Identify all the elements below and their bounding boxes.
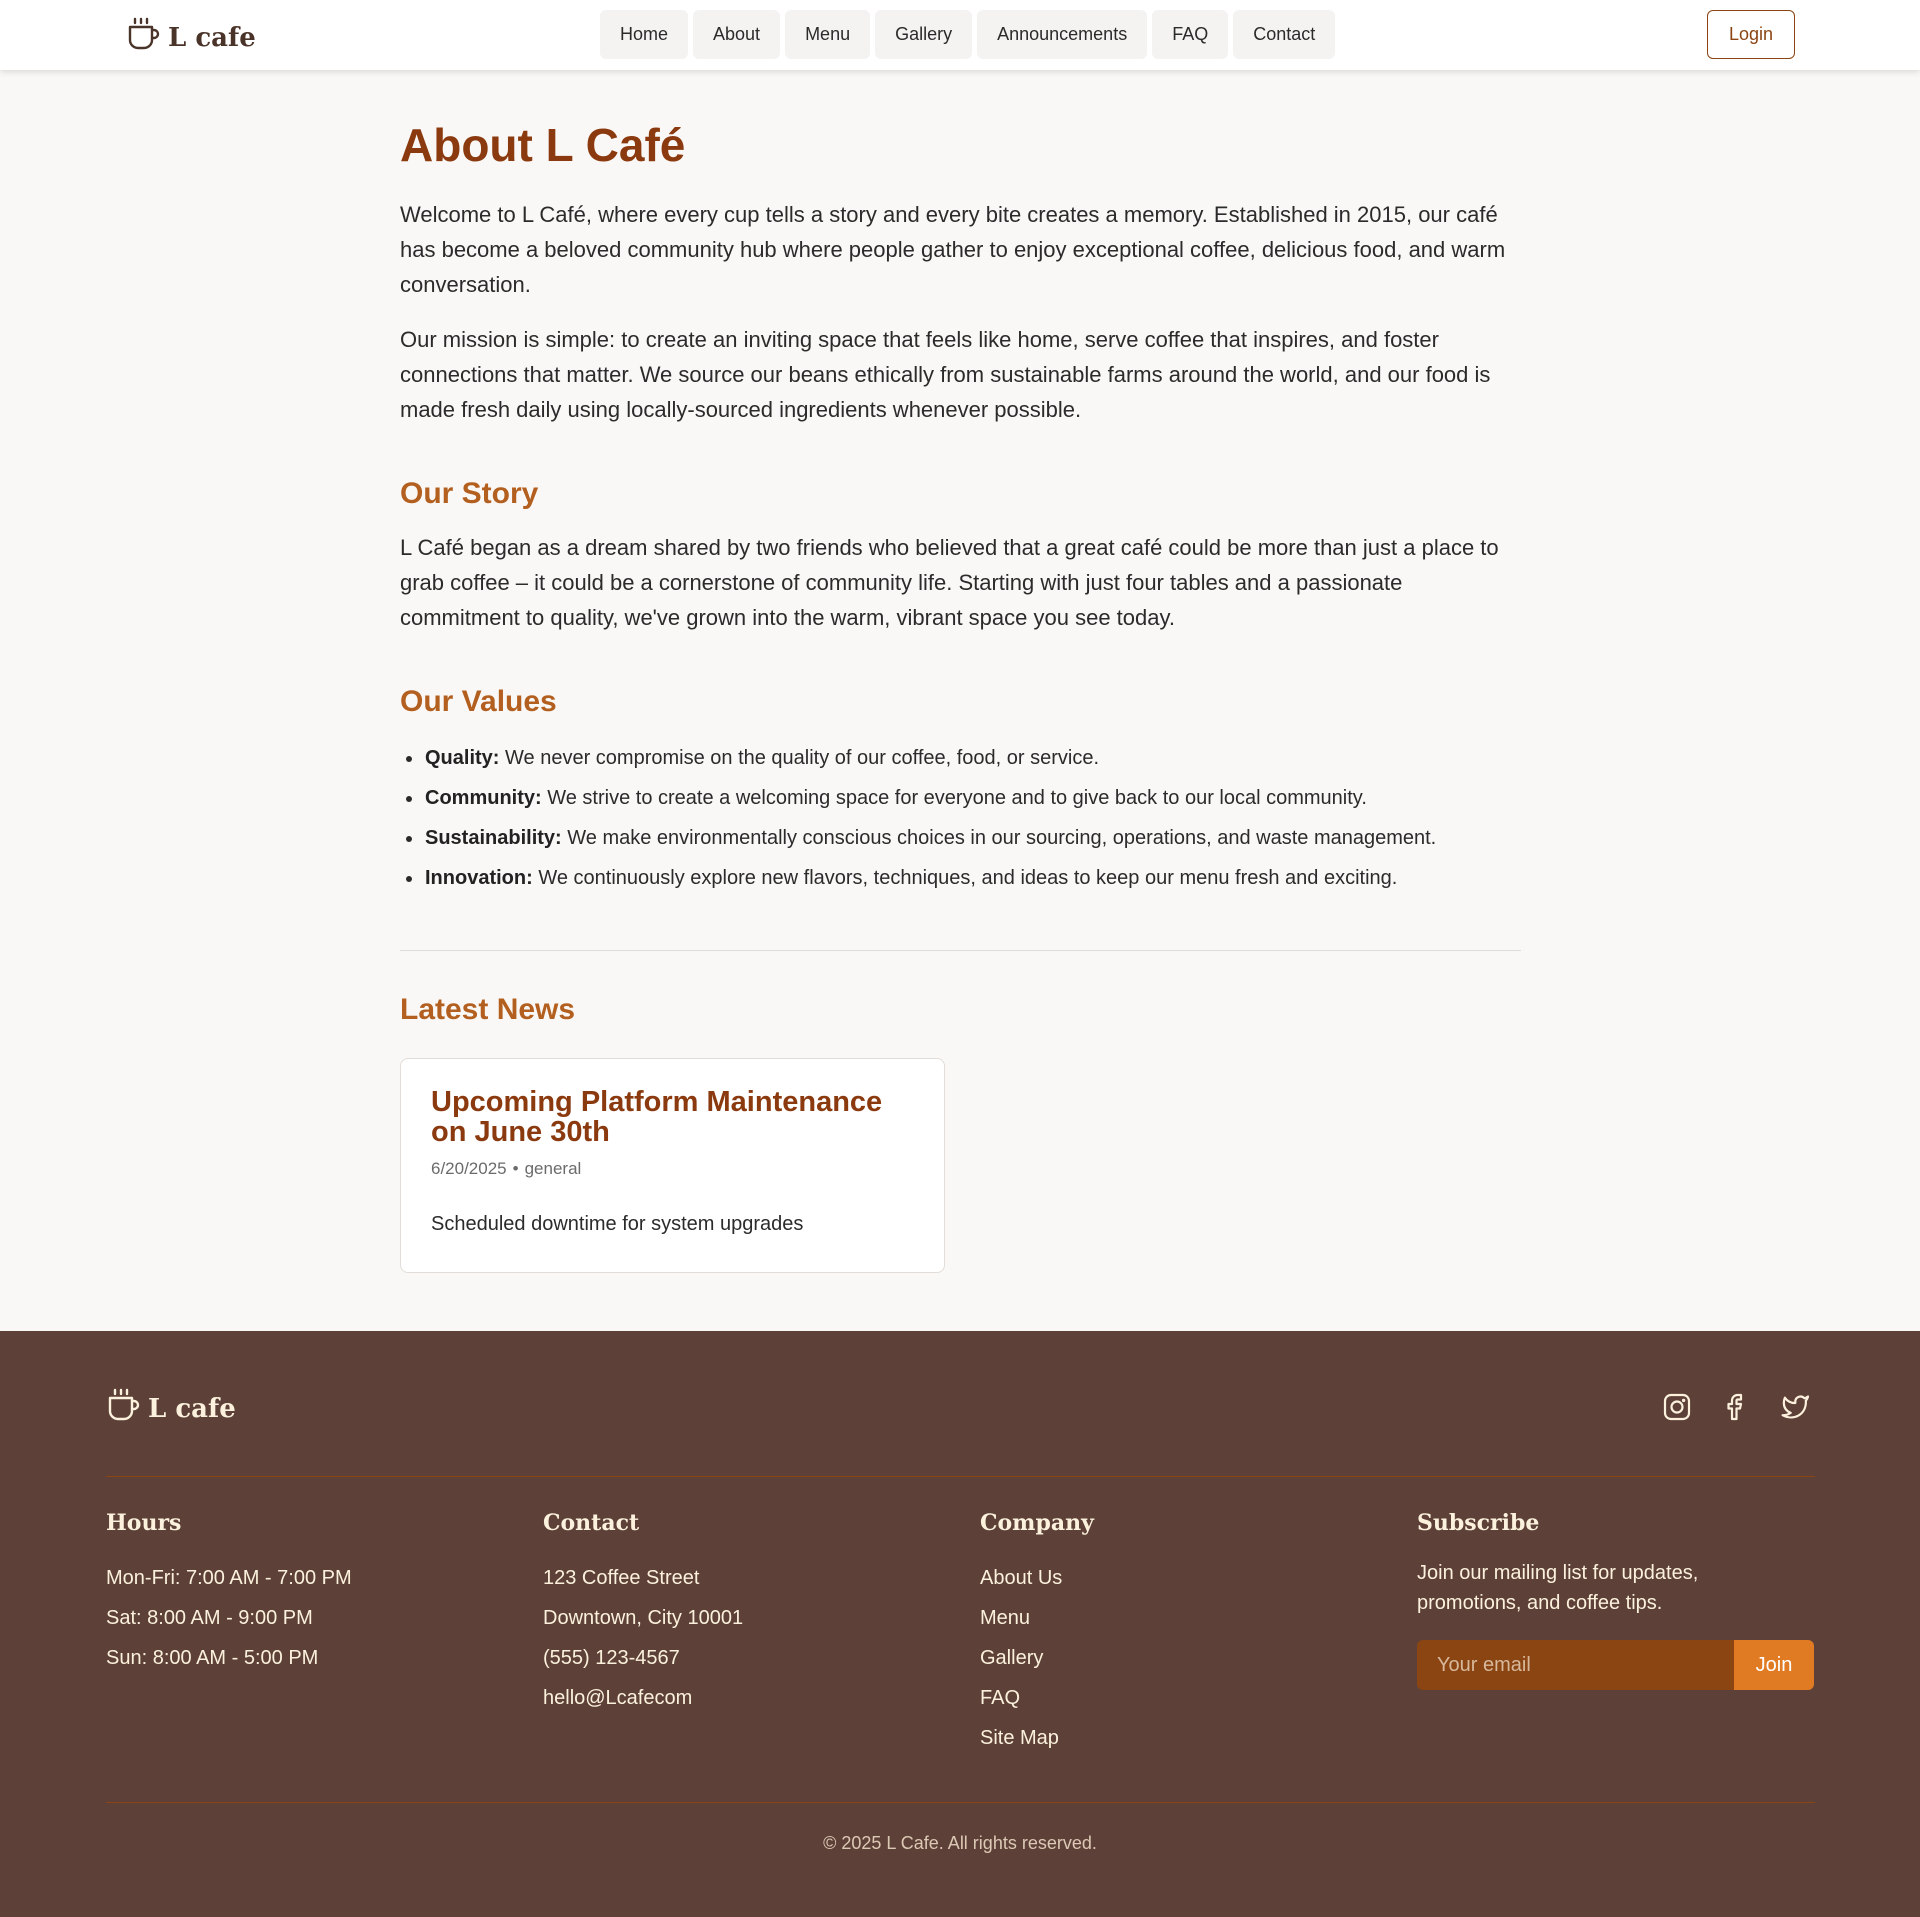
nav-announcements[interactable]: Announcements (977, 10, 1148, 59)
nav-menu[interactable]: Menu (785, 10, 871, 59)
story-paragraph: L Café began as a dream shared by two fr… (400, 534, 1499, 630)
news-card[interactable]: Upcoming Platform Maintenance on June 30… (400, 1057, 945, 1273)
value-name: Sustainability: (425, 826, 562, 849)
footer-link-faq[interactable]: FAQ (980, 1678, 1094, 1718)
instagram-icon[interactable] (1662, 1392, 1692, 1422)
copyright-text: © 2025 L Cafe. All rights reserved. (823, 1833, 1097, 1853)
company-heading: Company (980, 1510, 1094, 1536)
contact-email[interactable]: hello@Lcafecom (543, 1678, 743, 1718)
list-item: Community: We strive to create a welcomi… (400, 778, 1521, 818)
email-field[interactable] (1417, 1640, 1734, 1690)
news-heading: Latest News (400, 992, 576, 1026)
coffee-cup-icon (106, 1387, 140, 1430)
list-item: Innovation: We continuously explore new … (400, 858, 1521, 898)
brand-name: L cafe (168, 22, 256, 53)
value-name: Community: (425, 786, 542, 809)
nav-contact[interactable]: Contact (1233, 10, 1336, 59)
join-button[interactable]: Join (1734, 1640, 1814, 1690)
subscribe-heading: Subscribe (1417, 1510, 1540, 1536)
footer-divider (106, 1476, 1815, 1477)
hours-line: Mon-Fri: 7:00 AM - 7:00 PM (106, 1567, 352, 1589)
hours-column: Hours Mon-Fri: 7:00 AM - 7:00 PM Sat: 8:… (106, 1510, 352, 1678)
value-text: We strive to create a welcoming space fo… (541, 786, 1367, 809)
nav-gallery[interactable]: Gallery (875, 10, 973, 59)
subscribe-text: Join our mailing list for updates, promo… (1417, 1562, 1699, 1614)
subscribe-column: Subscribe Join our mailing list for upda… (1417, 1510, 1814, 1690)
footer-brand-name: L cafe (148, 1393, 236, 1424)
news-meta: 6/20/2025 • general (431, 1159, 914, 1179)
hours-heading: Hours (106, 1510, 182, 1536)
social-links (1662, 1392, 1810, 1422)
news-title[interactable]: Upcoming Platform Maintenance on June 30… (431, 1087, 914, 1147)
facebook-icon[interactable] (1721, 1392, 1751, 1422)
footer-link-site-map[interactable]: Site Map (980, 1718, 1094, 1758)
contact-column: Contact 123 Coffee Street Downtown, City… (543, 1510, 743, 1718)
section-divider (400, 949, 1521, 951)
company-column: Company About Us Menu Gallery FAQ Site M… (980, 1510, 1094, 1758)
values-heading: Our Values (400, 684, 557, 718)
nav-faq[interactable]: FAQ (1152, 10, 1229, 59)
contact-heading: Contact (543, 1510, 640, 1536)
mission-paragraph: Our mission is simple: to create an invi… (400, 326, 1491, 422)
page-title: About L Café (400, 119, 686, 171)
footer-bottom-divider (106, 1802, 1815, 1803)
subscribe-form: Join (1417, 1640, 1814, 1690)
hours-line: Sun: 8:00 AM - 5:00 PM (106, 1647, 319, 1669)
site-footer: L cafe Hours Mon-Fri: 7:00 AM - 7:00 PM … (0, 1331, 1920, 1917)
header-logo[interactable]: L cafe (126, 16, 256, 59)
value-text: We continuously explore new flavors, tec… (532, 866, 1398, 889)
footer-link-menu[interactable]: Menu (980, 1598, 1094, 1638)
main-content: About L Café Welcome to L Café, where ev… (400, 70, 1521, 1273)
list-item: Quality: We never compromise on the qual… (400, 738, 1521, 778)
list-item: Sustainability: We make environmentally … (400, 818, 1521, 858)
site-header: L cafe Home About Menu Gallery Announcem… (0, 0, 1920, 70)
intro-paragraph: Welcome to L Café, where every cup tells… (400, 201, 1506, 297)
footer-link-gallery[interactable]: Gallery (980, 1638, 1094, 1678)
news-category: general (524, 1158, 582, 1178)
hours-line: Sat: 8:00 AM - 9:00 PM (106, 1607, 313, 1629)
main-nav: Home About Menu Gallery Announcements FA… (600, 10, 1336, 59)
contact-phone[interactable]: (555) 123-4567 (543, 1638, 743, 1678)
footer-link-about-us[interactable]: About Us (980, 1558, 1094, 1598)
nav-about[interactable]: About (693, 10, 781, 59)
footer-logo[interactable]: L cafe (106, 1387, 236, 1430)
meta-separator: • (512, 1158, 519, 1178)
login-button[interactable]: Login (1707, 10, 1795, 59)
contact-city: Downtown, City 10001 (543, 1607, 744, 1629)
news-description: Scheduled downtime for system upgrades (431, 1212, 804, 1235)
value-name: Innovation: (425, 866, 533, 889)
nav-home[interactable]: Home (600, 10, 689, 59)
contact-address: 123 Coffee Street (543, 1567, 700, 1589)
coffee-cup-icon (126, 16, 160, 59)
news-date: 6/20/2025 (431, 1158, 507, 1178)
twitter-icon[interactable] (1780, 1392, 1810, 1422)
value-text: We never compromise on the quality of ou… (499, 746, 1100, 769)
value-name: Quality: (425, 746, 500, 769)
values-list: Quality: We never compromise on the qual… (400, 738, 1521, 898)
value-text: We make environmentally conscious choice… (561, 826, 1437, 849)
story-heading: Our Story (400, 476, 539, 510)
